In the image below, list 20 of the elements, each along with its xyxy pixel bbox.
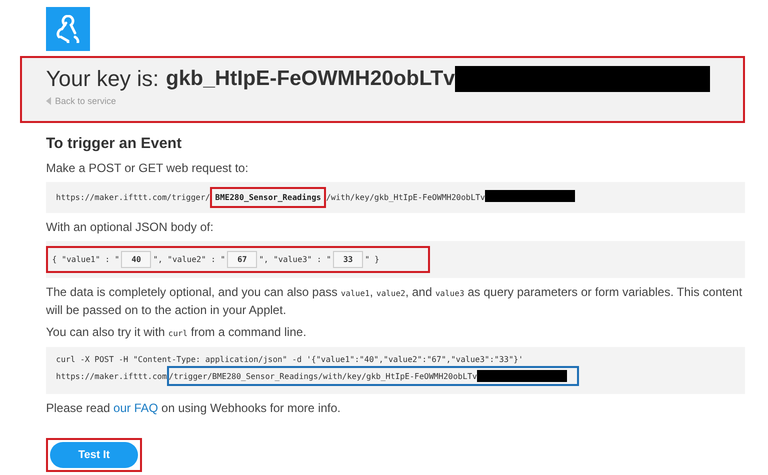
instruction-text: With an optional JSON body of: [46,219,214,236]
faq-link[interactable]: our FAQ [113,401,158,415]
command-text: /trigger/BME280_Sensor_Readings/with/key/gkb_HtIpE-FeOWMH20obLTv [168,372,478,380]
section-heading: To trigger an Event [46,135,183,152]
instruction-text: Make a POST or GET web request to: [46,160,250,177]
command-text: curl -X POST -H "Content-Type: application/json" -d '{"value1":"40","value2":"67","value3":"33"}' [56,355,524,364]
key-label: Your key is: [46,66,159,92]
info-paragraph: You can also try it with curl from a command line. [46,324,308,341]
url-text: /with/key/gkb_HtIpE-FeOWMH20obLTv [326,193,486,202]
command-text: https://maker.ifttt.com [56,372,167,380]
key-value: gkb_HtIpE-FeOWMH20obLTv [166,67,455,91]
value-field[interactable]: 67 [227,251,257,268]
value-field[interactable]: 33 [333,251,363,268]
info-paragraph: The data is completely optional, and you can also pass value1, value2, and value3 as query parameters or form variables. This content will be passed on to the action in your Applet. [46,284,744,319]
event-name: BME280_Sensor_Readings [210,187,326,208]
webhook-icon [54,15,82,43]
faq-text: Please read our FAQ on using Webhooks for more info. [46,400,342,417]
url-text: https://maker.ifttt.com/trigger/ [56,193,210,202]
value-field[interactable]: 40 [121,251,152,268]
json-body: { "value1" : " 40 ", "value2" : " 67 ", "value3" : " 33 " } [46,246,430,273]
